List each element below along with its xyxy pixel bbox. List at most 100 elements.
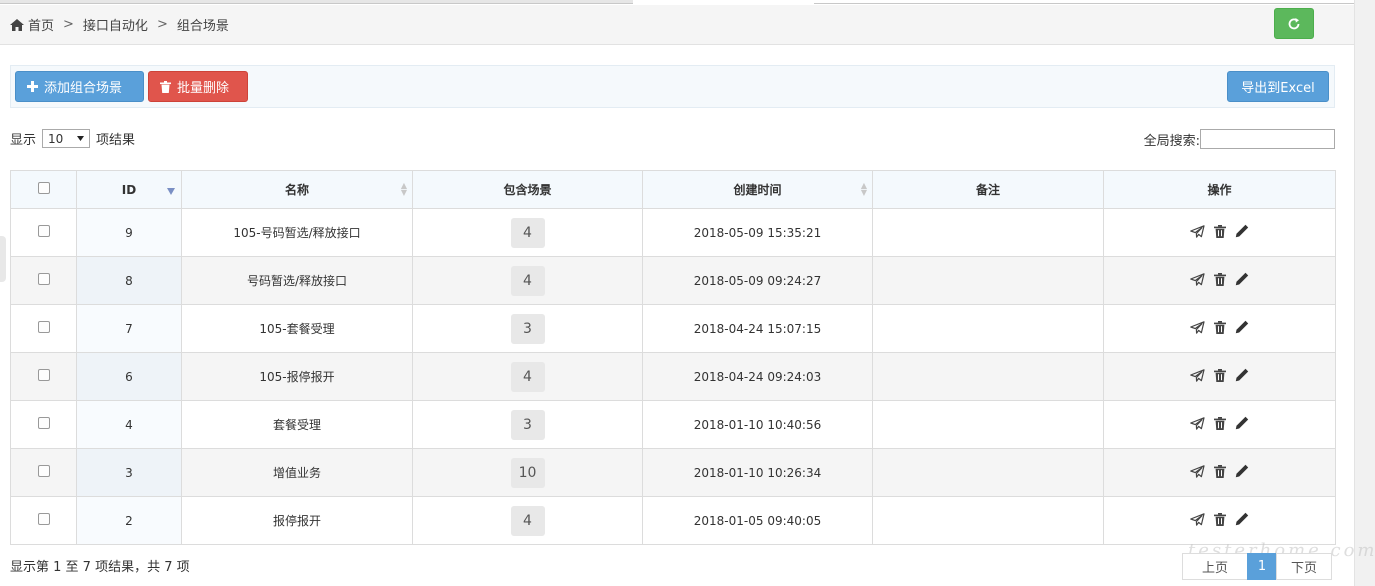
- cell-count: 3: [412, 400, 643, 449]
- send-icon[interactable]: [1190, 416, 1205, 430]
- send-icon[interactable]: [1190, 512, 1205, 526]
- edit-icon[interactable]: [1235, 368, 1249, 382]
- row-checkbox[interactable]: [37, 513, 50, 525]
- table-row[interactable]: 4 套餐受理 3 2018-01-10 10:40:56: [10, 400, 1336, 449]
- edit-icon[interactable]: [1235, 416, 1249, 430]
- page-length-control: 显示 10 项结果: [10, 129, 135, 148]
- add-scenario-label: 添加组合场景: [44, 81, 123, 96]
- add-scenario-button[interactable]: 添加组合场景: [15, 71, 144, 102]
- pagination-next[interactable]: 下页: [1276, 553, 1332, 580]
- send-icon[interactable]: [1190, 272, 1205, 286]
- pagination-page-current[interactable]: 1: [1247, 553, 1277, 580]
- row-select-cell: [10, 256, 77, 305]
- caret-down-icon: [77, 136, 85, 141]
- send-icon[interactable]: [1190, 464, 1205, 478]
- cell-created: 2018-04-24 15:07:15: [642, 304, 873, 353]
- pagination-prev[interactable]: 上页: [1182, 553, 1248, 580]
- column-header-id[interactable]: ID: [76, 170, 182, 209]
- column-header-name[interactable]: 名称 ▲ ▼: [181, 170, 413, 209]
- delete-icon[interactable]: [1214, 416, 1226, 430]
- breadcrumb-bar: 首页 > 接口自动化 > 组合场景: [0, 5, 1354, 45]
- breadcrumb-separator: >: [63, 17, 74, 32]
- cell-name: 增值业务: [181, 448, 413, 497]
- select-all-checkbox[interactable]: [37, 182, 50, 194]
- cell-name: 报停报开: [181, 496, 413, 545]
- row-select-cell: [10, 400, 77, 449]
- delete-icon[interactable]: [1214, 224, 1226, 238]
- table-row[interactable]: 9 105-号码暂选/释放接口 4 2018-05-09 15:35:21: [10, 208, 1336, 257]
- row-checkbox[interactable]: [37, 273, 50, 285]
- cell-name: 套餐受理: [181, 400, 413, 449]
- edit-icon[interactable]: [1235, 512, 1249, 526]
- plus-icon: [27, 81, 38, 92]
- cell-note: [872, 304, 1104, 353]
- header-label: ID: [121, 182, 137, 197]
- scenario-table: ID 名称 ▲ ▼ 包含场景 创建时间 ▲ ▼ 备注 操作 9 105-号码暂选/释放接口…: [10, 170, 1336, 545]
- edit-icon[interactable]: [1235, 272, 1249, 286]
- row-select-cell: [10, 352, 77, 401]
- refresh-icon: [1288, 17, 1300, 29]
- search-input[interactable]: [1200, 129, 1335, 149]
- breadcrumb-home[interactable]: 首页: [28, 15, 54, 34]
- cell-actions: [1103, 352, 1336, 401]
- cell-id: 8: [76, 256, 182, 305]
- column-header-created[interactable]: 创建时间 ▲ ▼: [642, 170, 873, 209]
- cell-id: 6: [76, 352, 182, 401]
- breadcrumb-separator: >: [156, 17, 168, 32]
- sort-icon: ▲ ▼: [400, 181, 407, 197]
- select-all-cell: [10, 170, 77, 209]
- row-checkbox[interactable]: [37, 225, 50, 237]
- trash-icon: [160, 80, 171, 93]
- edit-icon[interactable]: [1235, 224, 1249, 238]
- sort-desc-icon: [167, 188, 175, 195]
- delete-icon[interactable]: [1214, 272, 1226, 286]
- scenario-count-badge: 3: [510, 313, 545, 344]
- table-row[interactable]: 3 增值业务 10 2018-01-10 10:26:34: [10, 448, 1336, 497]
- cell-actions: [1103, 448, 1336, 497]
- table-row[interactable]: 8 号码暂选/释放接口 4 2018-05-09 09:24:27: [10, 256, 1336, 305]
- send-icon[interactable]: [1190, 368, 1205, 382]
- search-label: 全局搜索:: [1143, 133, 1200, 149]
- row-checkbox[interactable]: [37, 369, 50, 381]
- sidebar-collapse-handle[interactable]: [0, 236, 6, 282]
- row-checkbox[interactable]: [37, 321, 50, 333]
- export-excel-button[interactable]: 导出到Excel: [1227, 71, 1329, 102]
- scenario-count-badge: 4: [510, 505, 545, 536]
- table-row[interactable]: 6 105-报停报开 4 2018-04-24 09:24:03: [10, 352, 1336, 401]
- table-info: 显示第 1 至 7 项结果，共 7 项: [10, 560, 190, 575]
- delete-icon[interactable]: [1214, 368, 1226, 382]
- send-icon[interactable]: [1190, 224, 1205, 238]
- table-row[interactable]: 7 105-套餐受理 3 2018-04-24 15:07:15: [10, 304, 1336, 353]
- action-toolbar: 添加组合场景 批量删除 导出到Excel: [10, 65, 1335, 108]
- refresh-button[interactable]: [1274, 8, 1314, 39]
- delete-icon[interactable]: [1214, 512, 1226, 526]
- scenario-count-badge: 4: [510, 361, 545, 392]
- breadcrumb: 首页 > 接口自动化 > 组合场景: [10, 15, 229, 34]
- cell-actions: [1103, 208, 1336, 257]
- edit-icon[interactable]: [1235, 464, 1249, 478]
- cell-count: 10: [412, 448, 643, 497]
- cell-count: 4: [412, 352, 643, 401]
- header-label: 创建时间: [733, 183, 782, 197]
- cell-note: [872, 400, 1104, 449]
- delete-icon[interactable]: [1214, 320, 1226, 334]
- cell-id: 3: [76, 448, 182, 497]
- breadcrumb-level1[interactable]: 接口自动化: [83, 15, 148, 34]
- delete-icon[interactable]: [1214, 464, 1226, 478]
- row-checkbox[interactable]: [37, 465, 50, 477]
- row-select-cell: [10, 208, 77, 257]
- send-icon[interactable]: [1190, 320, 1205, 334]
- edit-icon[interactable]: [1235, 320, 1249, 334]
- scenario-count-badge: 3: [510, 409, 545, 440]
- row-checkbox[interactable]: [37, 417, 50, 429]
- cell-name: 105-号码暂选/释放接口: [181, 208, 413, 257]
- table-row[interactable]: 2 报停报开 4 2018-01-05 09:40:05: [10, 496, 1336, 545]
- breadcrumb-current: 组合场景: [176, 19, 229, 34]
- page-length-select[interactable]: 10: [42, 129, 91, 148]
- scenario-count-badge: 10: [510, 457, 545, 488]
- cell-name: 105-套餐受理: [181, 304, 413, 353]
- row-select-cell: [10, 304, 77, 353]
- vertical-scrollbar[interactable]: [1354, 0, 1375, 586]
- batch-delete-label: 批量删除: [177, 81, 230, 96]
- batch-delete-button[interactable]: 批量删除: [148, 71, 248, 102]
